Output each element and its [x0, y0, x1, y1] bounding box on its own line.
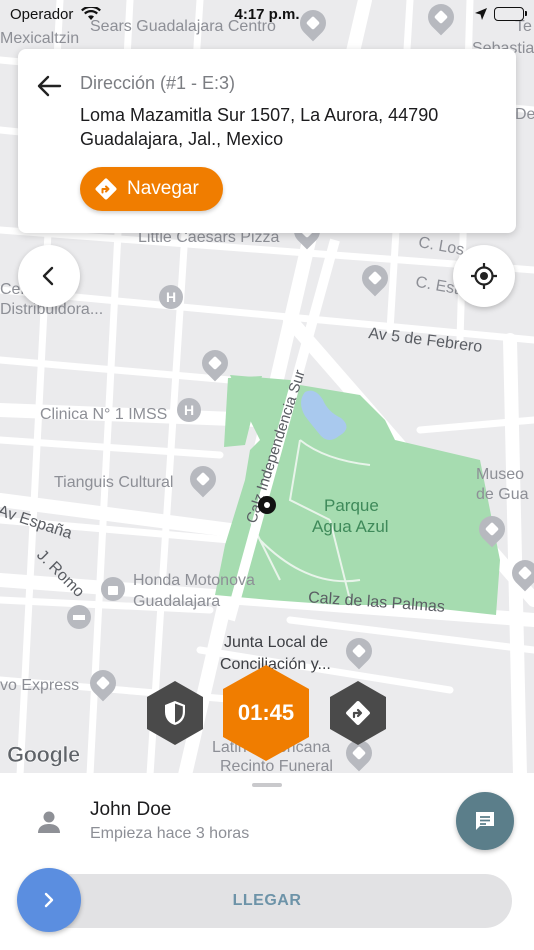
arrive-slider-label: LLEGAR	[232, 892, 302, 909]
map-label-park1: Parque	[324, 496, 379, 515]
bottom-sheet: John Doe Empieza hace 3 horas LLEGAR	[0, 773, 534, 950]
map-label-honda1: Honda Motonova	[133, 572, 255, 589]
map-label-honda2: Guadalajara	[133, 593, 221, 610]
hospital-icon[interactable]: H	[176, 397, 202, 423]
back-arrow-icon[interactable]	[34, 71, 64, 101]
map-label-park2: Agua Azul	[312, 517, 389, 536]
contact-name: John Doe	[90, 799, 172, 820]
sheet-grabber[interactable]	[252, 783, 282, 787]
hospital-icon[interactable]: H	[158, 284, 184, 310]
address-text: Loma Mazamitla Sur 1507, La Aurora, 4479…	[80, 105, 439, 149]
directions-icon	[95, 178, 117, 200]
svg-text:H: H	[166, 289, 176, 305]
chat-icon	[476, 812, 494, 830]
address-card: Dirección (#1 - E:3) Loma Mazamitla Sur …	[18, 49, 516, 233]
navigate-button[interactable]: Navegar	[80, 167, 223, 211]
map-label-museo: Museo	[476, 466, 525, 483]
my-location-icon	[471, 263, 497, 289]
chat-button[interactable]	[456, 792, 514, 850]
chevron-left-icon	[42, 266, 54, 286]
map-label-de: De	[515, 106, 534, 123]
chevron-right-icon	[44, 892, 54, 908]
my-location-button[interactable]	[453, 245, 515, 307]
arrive-slider-knob[interactable]	[17, 868, 81, 932]
carrier-label: Operador	[10, 5, 74, 23]
hotel-icon[interactable]	[66, 604, 92, 630]
wifi-icon	[81, 7, 102, 20]
navigate-label: Navegar	[127, 178, 199, 199]
shopping-bag-icon[interactable]	[100, 576, 126, 602]
map-label-vo-express: vo Express	[0, 677, 80, 694]
previous-stop-button[interactable]	[18, 245, 80, 307]
address-header: Dirección (#1 - E:3)	[80, 73, 236, 93]
map-label-clinica: Clinica N° 1 IMSS	[40, 406, 168, 423]
status-time: 4:17 p.m.	[234, 5, 300, 23]
shield-icon	[165, 701, 185, 725]
current-location-marker	[258, 496, 276, 514]
map-label-tianguis: Tianguis Cultural	[54, 474, 174, 491]
svg-text:H: H	[184, 402, 194, 418]
battery-icon	[494, 7, 527, 21]
timer-value: 01:45	[237, 700, 295, 725]
person-icon	[38, 811, 60, 833]
map-label-junta1: Junta Local de	[224, 634, 329, 651]
arrive-slider[interactable]: LLEGAR	[22, 874, 512, 928]
contact-since: Empieza hace 3 horas	[90, 825, 250, 842]
google-logo[interactable]: Google	[7, 742, 81, 768]
map-label-mexicaltzingo: Mexicaltzin	[0, 30, 80, 47]
location-arrow-icon	[475, 8, 487, 20]
status-bar: Operador 4:17 p.m.	[0, 0, 534, 28]
turn-right-icon	[346, 701, 370, 725]
map-label-de-gua: de Gua	[476, 486, 529, 503]
